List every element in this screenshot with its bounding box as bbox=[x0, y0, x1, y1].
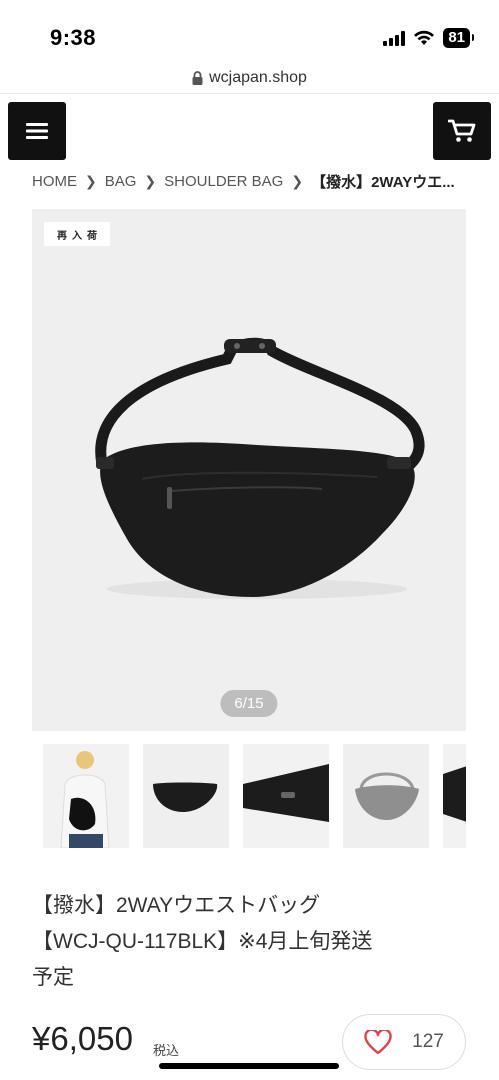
image-counter: 6/15 bbox=[220, 690, 278, 717]
waist-bag-image bbox=[95, 337, 425, 599]
wifi-icon bbox=[414, 30, 435, 45]
tax-label: 税込 bbox=[153, 1043, 180, 1058]
thumbnail[interactable] bbox=[343, 744, 429, 848]
chevron-right-icon: ❯ bbox=[85, 172, 97, 189]
chevron-right-icon: ❯ bbox=[291, 172, 304, 189]
breadcrumb-home[interactable]: HOME bbox=[32, 173, 77, 190]
thumbnail[interactable] bbox=[43, 744, 129, 848]
product-title-line: 【WCJ-QU-117BLK】※4月上旬発送 bbox=[32, 930, 373, 953]
breadcrumb-current: 【撥水】2WAYウエ... bbox=[311, 173, 455, 191]
cellular-signal-icon bbox=[383, 30, 406, 46]
product-title-line: 【撥水】2WAYウエストバッグ bbox=[32, 894, 321, 917]
bag-side-thumbnail bbox=[443, 744, 466, 848]
product-title-line: 予定 bbox=[32, 966, 74, 989]
favorite-button[interactable]: 127 bbox=[342, 1014, 466, 1070]
status-time: 9:38 bbox=[50, 25, 97, 50]
bag-detail-thumbnail bbox=[243, 744, 329, 848]
heart-icon bbox=[364, 1029, 392, 1054]
product-title: 【撥水】2WAYウエストバッグ 【WCJ-QU-117BLK】※4月上旬発送 予… bbox=[32, 888, 472, 996]
bag-front-thumbnail bbox=[143, 744, 229, 848]
home-indicator[interactable] bbox=[159, 1063, 339, 1069]
battery-indicator: 81 bbox=[443, 28, 474, 48]
thumbnail-strip[interactable] bbox=[43, 744, 466, 848]
model-photo-thumbnail bbox=[43, 744, 129, 848]
url-domain: wcjapan.shop bbox=[209, 68, 307, 86]
restock-badge: 再入荷 bbox=[44, 222, 110, 246]
status-bar: 9:38 81 bbox=[0, 0, 499, 62]
bag-gray-thumbnail bbox=[343, 744, 429, 848]
chevron-right-icon: ❯ bbox=[144, 172, 157, 189]
status-icons: 81 bbox=[383, 28, 474, 48]
url-bar[interactable]: wcjapan.shop bbox=[0, 62, 499, 94]
hamburger-menu-icon bbox=[26, 123, 48, 139]
thumbnail[interactable] bbox=[143, 744, 229, 848]
menu-button[interactable] bbox=[8, 102, 66, 160]
favorite-count: 127 bbox=[412, 1031, 444, 1052]
breadcrumb-shoulder-bag[interactable]: SHOULDER BAG bbox=[164, 173, 283, 190]
thumbnail[interactable] bbox=[443, 744, 466, 848]
breadcrumb: HOME ❯ BAG ❯ SHOULDER BAG ❯ 【撥水】2WAYウエ..… bbox=[32, 170, 472, 192]
lock-icon bbox=[192, 70, 203, 85]
cart-button[interactable] bbox=[433, 102, 491, 160]
shopping-cart-icon bbox=[448, 119, 476, 142]
thumbnail[interactable] bbox=[243, 744, 329, 848]
main-product-image[interactable]: 再入荷 6/15 bbox=[32, 209, 466, 731]
product-price: ¥6,050 bbox=[32, 1020, 133, 1057]
breadcrumb-bag[interactable]: BAG bbox=[105, 173, 137, 190]
